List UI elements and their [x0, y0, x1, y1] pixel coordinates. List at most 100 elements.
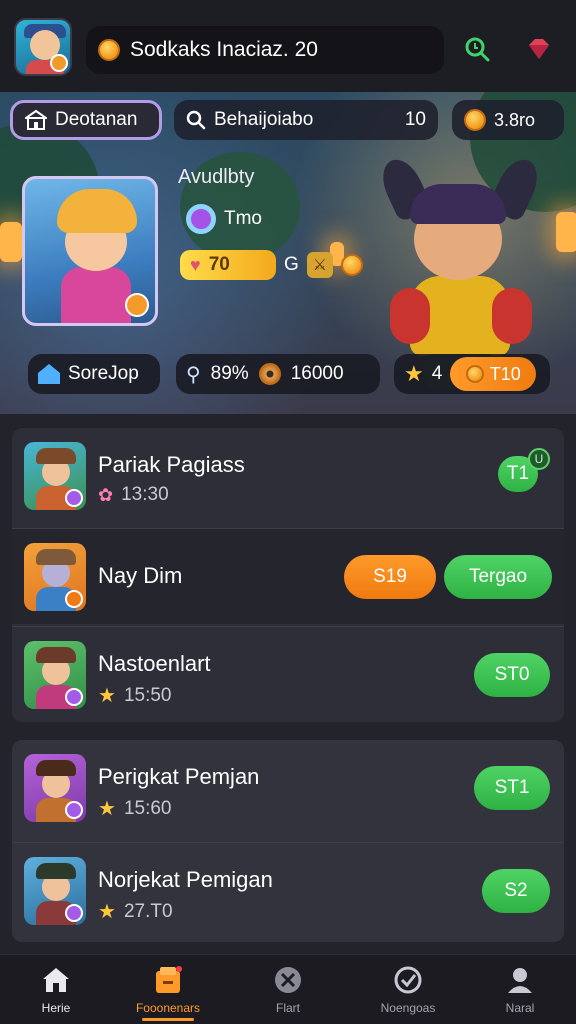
availability-label: Avudlbty: [178, 166, 255, 188]
item-time: 27.T0: [123, 900, 173, 922]
item-action-label: T1: [506, 463, 530, 484]
list-item[interactable]: Perigkat Pemjan ★ 15:60 ST1: [12, 740, 564, 836]
download-label: Deotanan: [55, 109, 138, 130]
search-label: Behaijoiabo: [214, 109, 314, 130]
key-icon: ⚲: [186, 363, 201, 386]
nav-label: Naral: [505, 1001, 535, 1015]
star-icon: ★: [98, 901, 116, 923]
level-value: 4: [431, 363, 443, 384]
search-field[interactable]: Behaijoiabo 10: [174, 100, 438, 140]
item-meta: ★ 15:50: [98, 683, 171, 708]
shop-button[interactable]: SoreJop: [28, 354, 160, 394]
badge-label: U: [534, 452, 544, 466]
level-coin-icon: [465, 365, 484, 383]
item-title: Nastoenlart: [98, 651, 211, 676]
shop-icon: [38, 364, 60, 384]
reward-coin-icon: [340, 254, 363, 276]
gold-coin-icon: [464, 109, 486, 131]
hp-suffix: G: [284, 254, 299, 275]
timer-label: Tmo: [224, 208, 262, 229]
coin-icon: [98, 39, 120, 61]
stat-coins: 16000: [290, 363, 344, 384]
nav-folder[interactable]: Fooonenars: [112, 965, 224, 1021]
magnifier-icon: [186, 110, 206, 130]
nav-label: Fooonenars: [135, 1001, 201, 1015]
level-button-label: T10: [489, 363, 521, 384]
hero-banner: Deotanan Behaijoiabo 10 3.8ro Avudlbty T…: [0, 92, 576, 414]
item-time: 15:50: [123, 684, 172, 706]
item-meta: ★ 15:60: [98, 796, 171, 821]
bottom-nav: Herie Fooonenars Flart Noengoas Naral: [0, 954, 576, 1024]
list-item[interactable]: Nastoenlart ★ 15:50 ST0: [12, 626, 564, 722]
title-pill[interactable]: Sodkaks Inaciaz. 20: [86, 26, 444, 74]
search-value: 10: [404, 109, 426, 130]
shop-label: SoreJop: [68, 363, 139, 384]
nav-home[interactable]: Herie: [0, 965, 112, 1021]
donut-coin-icon: [258, 363, 281, 385]
heart-icon: ♥: [190, 254, 201, 275]
item-meta: ✿ 13:30: [98, 484, 169, 506]
sword-icon[interactable]: ⚔: [306, 252, 333, 278]
star-icon: ★: [98, 685, 116, 707]
item-action-button[interactable]: S2: [482, 869, 550, 913]
item-title: Perigkat Pemjan: [98, 764, 260, 789]
item-action-label: S2: [504, 880, 528, 901]
store-icon: [25, 109, 47, 130]
item-thumbnail: [24, 641, 86, 709]
nav-quests[interactable]: Noengoas: [352, 965, 464, 1021]
nav-profile[interactable]: Naral: [464, 965, 576, 1021]
active-indicator: [142, 1018, 194, 1021]
item-action-button[interactable]: ST1: [474, 766, 550, 810]
hero-character-card[interactable]: [22, 176, 158, 326]
item-meta: ★ 27.T0: [98, 899, 173, 924]
download-button[interactable]: Deotanan: [10, 100, 162, 140]
page-title: Sodkaks Inaciaz. 20: [130, 38, 318, 61]
item-thumbnail: [24, 543, 86, 611]
level-pill: ★ 4 T10: [394, 354, 550, 394]
item-action-label: ST1: [494, 777, 530, 798]
health-bar: ♥ 70: [180, 250, 276, 280]
nav-label: Herie: [41, 1001, 71, 1015]
item-action-label: Tergao: [468, 566, 528, 587]
gem-icon[interactable]: [524, 34, 554, 64]
stat-percent: 89%: [210, 363, 249, 384]
stats-pill: ⚲ 89% 16000: [176, 354, 380, 394]
list-item[interactable]: Norjekat Pemigan ★ 27.T0 S2: [12, 842, 564, 938]
health-value: 70: [208, 254, 230, 275]
item-thumbnail: [24, 754, 86, 822]
item-thumbnail: [24, 442, 86, 510]
item-thumbnail: [24, 857, 86, 925]
player-avatar[interactable]: [14, 18, 72, 76]
notification-badge: U: [528, 448, 550, 470]
health-row: ♥ 70 G ⚔: [180, 250, 363, 280]
portal-icon: [186, 204, 216, 234]
profile-icon: [505, 965, 535, 995]
quest-list-secondary: Perigkat Pemjan ★ 15:60 ST1 Norjekat Pem…: [12, 740, 564, 942]
star-icon: ★: [98, 798, 116, 820]
list-item[interactable]: Nay Dim S19 Tergao: [12, 528, 564, 624]
nav-tools[interactable]: Flart: [232, 965, 344, 1021]
nav-label: Noengoas: [380, 1001, 436, 1015]
check-circle-icon: [393, 965, 423, 995]
item-action-label: ST0: [494, 664, 530, 685]
list-item[interactable]: Pariak Pagiass ✿ 13:30 T1 U: [12, 428, 564, 524]
tools-icon: [273, 965, 303, 995]
item-action-button[interactable]: Tergao: [444, 555, 552, 599]
item-action-button[interactable]: ST0: [474, 653, 550, 697]
folder-icon: [153, 965, 183, 995]
quest-list-primary: Pariak Pagiass ✿ 13:30 T1 U Nay Dim S19 …: [12, 428, 564, 722]
level-button[interactable]: T10: [450, 357, 537, 391]
item-title: Pariak Pagiass: [98, 452, 245, 477]
coin-balance[interactable]: 3.8ro: [452, 100, 564, 140]
item-title: Norjekat Pemigan: [98, 867, 273, 892]
item-time: 13:30: [121, 484, 169, 505]
top-bar: Sodkaks Inaciaz. 20: [0, 0, 576, 92]
home-icon: [41, 965, 71, 995]
item-time: 15:60: [123, 797, 172, 819]
item-secondary-label: S19: [373, 566, 407, 587]
item-title: Nay Dim: [98, 563, 183, 588]
item-secondary-button[interactable]: S19: [344, 555, 436, 599]
timer-row: Tmo: [186, 204, 262, 234]
search-icon[interactable]: [462, 34, 492, 64]
bow-icon: ✿: [98, 484, 114, 505]
